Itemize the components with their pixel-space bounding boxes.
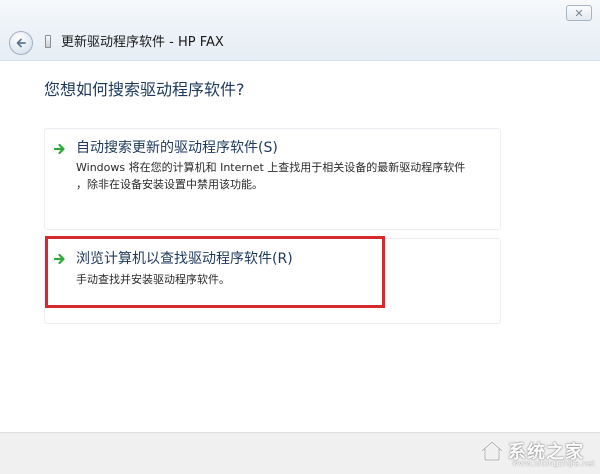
house-logo-icon [481,440,503,462]
option-auto-search-desc-line2: ，除非在设备安装设置中禁用该功能。 [76,178,263,191]
device-icon [45,35,51,48]
title-bar [0,0,600,61]
green-arrow-icon [53,143,65,155]
option-auto-search-desc-line1: Windows 将在您的计算机和 Internet 上查找用于相关设备的最新驱动… [76,161,466,174]
close-button[interactable]: ✕ [566,5,592,21]
close-icon: ✕ [574,7,584,20]
window-title: 更新驱动程序软件 - HP FAX [61,35,224,50]
page-question: 您想如何搜索驱动程序软件? [44,80,245,99]
highlight-box [45,236,385,308]
option-auto-search-title[interactable]: 自动搜索更新的驱动程序软件(S) [76,139,278,157]
watermark-url: www.xitongzhijia.net [512,459,596,468]
back-arrow-icon [16,38,26,48]
back-button[interactable] [9,31,33,55]
